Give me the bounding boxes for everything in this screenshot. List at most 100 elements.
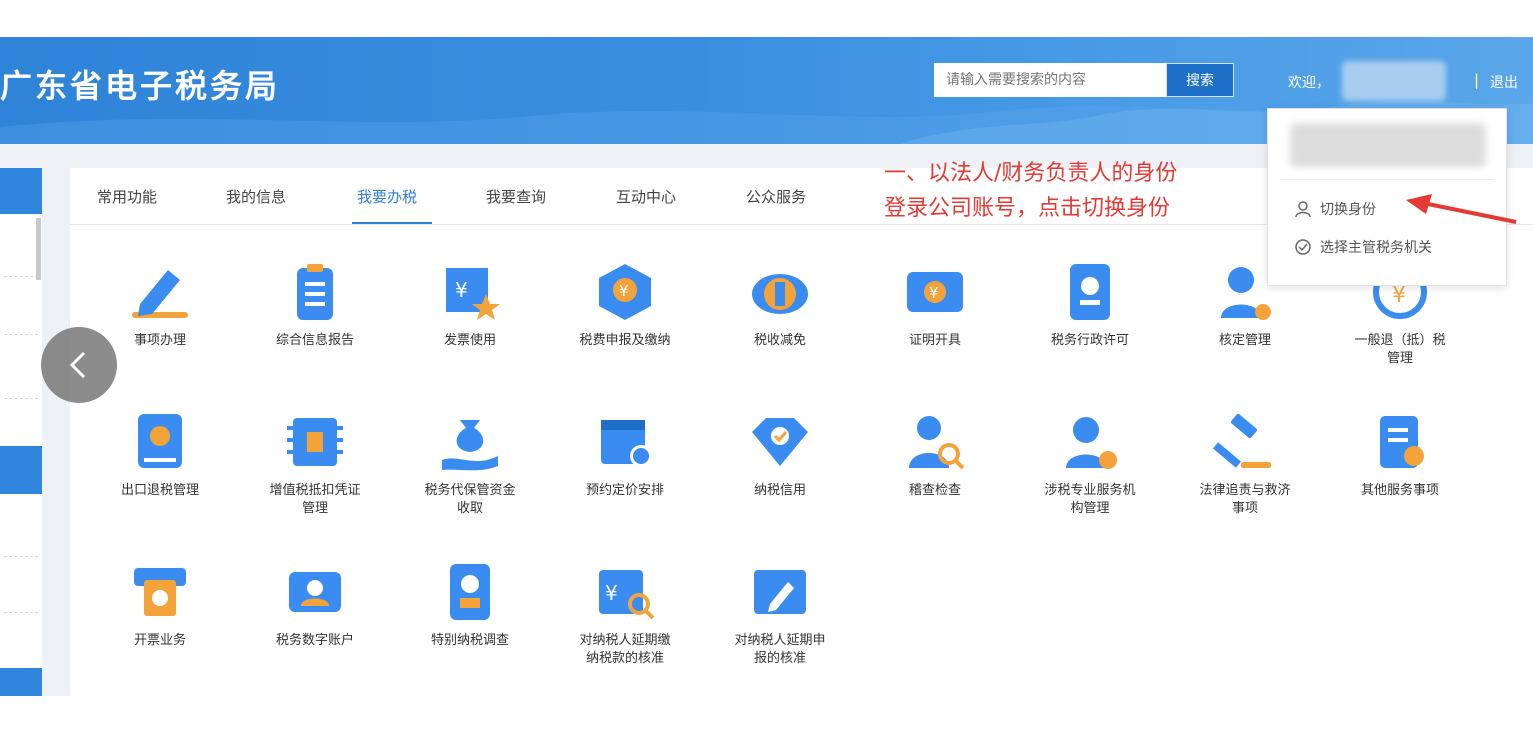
gavel-icon: [1213, 413, 1271, 468]
service-item[interactable]: 纳税信用: [715, 410, 845, 500]
redacted-username: [1342, 61, 1446, 101]
service-item[interactable]: 税务行政许可: [1025, 260, 1155, 350]
service-item[interactable]: 综合信息报告: [250, 260, 380, 350]
service-item[interactable]: ¥ 对纳税人延期缴 纳税款的核准: [560, 560, 690, 668]
digital-account-icon: [289, 572, 341, 612]
document-upload-icon: [1380, 416, 1424, 468]
deferred-payment-icon: ¥: [599, 570, 655, 620]
site-title: 广东省电子税务局: [0, 67, 281, 105]
export-refund-book-icon: [138, 414, 182, 468]
tab-my-info[interactable]: 我的信息: [226, 186, 286, 207]
pencil-icon: [132, 270, 188, 318]
sidebar-divider: [4, 398, 38, 399]
service-item[interactable]: 税务代保管资金 收取: [405, 410, 535, 518]
service-item[interactable]: ¥ 发票使用: [405, 260, 535, 350]
select-tax-authority-label: 选择主管税务机关: [1320, 240, 1432, 256]
service-item[interactable]: 增值税抵扣凭证 管理: [250, 410, 380, 518]
tax-relief-icon: [752, 274, 808, 314]
service-item[interactable]: 预约定价安排: [560, 410, 690, 500]
sidebar-section-block[interactable]: [0, 668, 42, 696]
inspector-search-icon: [909, 416, 965, 470]
welcome-text: 欢迎，: [1288, 75, 1330, 91]
service-label: 税务数字账户: [275, 633, 354, 648]
tab-common-functions[interactable]: 常用功能: [97, 186, 157, 207]
service-label: 稽查检查: [908, 483, 961, 498]
sidebar-active-block[interactable]: [0, 168, 42, 214]
service-item[interactable]: 税务数字账户: [250, 560, 380, 650]
service-item[interactable]: 涉税专业服务机 构管理: [1025, 410, 1155, 518]
service-label: 发票使用: [443, 333, 496, 348]
service-label: 增值税抵扣凭证 管理: [269, 483, 361, 516]
sidebar-scrollbar[interactable]: [36, 218, 41, 280]
search-button[interactable]: 搜索: [1166, 63, 1234, 97]
sidebar-divider: [4, 556, 38, 557]
service-label: 出口退税管理: [120, 483, 199, 498]
switch-identity-label: 切换身份: [1320, 202, 1376, 218]
clipboard-report-icon: [297, 264, 333, 320]
service-item[interactable]: 稽查检查: [870, 410, 1000, 500]
service-item[interactable]: 出口退税管理: [95, 410, 225, 500]
tab-interaction-center[interactable]: 互动中心: [616, 186, 676, 207]
special-investigation-icon: [450, 564, 490, 620]
service-label: 纳税信用: [753, 483, 806, 498]
service-label: 税务行政许可: [1050, 333, 1129, 348]
money-bag-hand-icon: [442, 420, 498, 471]
service-label: 税费申报及缴纳: [579, 333, 671, 348]
instruction-annotation-line2: 登录公司账号，点击切换身份: [884, 196, 1171, 221]
svg-text:¥: ¥: [605, 581, 618, 605]
active-tab-indicator: [352, 222, 432, 224]
logout-link[interactable]: 退出: [1490, 72, 1518, 92]
service-label: 对纳税人延期申 报的核准: [734, 633, 826, 666]
service-item[interactable]: 对纳税人延期申 报的核准: [715, 560, 845, 668]
svg-text:¥: ¥: [619, 282, 629, 300]
sidebar-divider: [4, 612, 38, 613]
tab-query[interactable]: 我要查询: [486, 186, 546, 207]
dropdown-divider: [1280, 179, 1494, 180]
service-label: 涉税专业服务机 构管理: [1044, 483, 1136, 516]
check-circle-icon: [1295, 239, 1311, 255]
service-item[interactable]: 事项办理: [95, 260, 225, 350]
service-label: 特别纳税调查: [430, 633, 509, 648]
service-item[interactable]: 税收减免: [715, 260, 845, 350]
service-item[interactable]: 特别纳税调查: [405, 560, 535, 650]
service-label: 一般退（抵）税 管理: [1354, 333, 1446, 366]
certificate-ticket-icon: ¥: [907, 272, 963, 312]
svg-text:¥: ¥: [1392, 283, 1406, 308]
invoice-printer-icon: [134, 568, 186, 616]
service-item[interactable]: ¥ 证明开具: [870, 260, 1000, 350]
sidebar-divider: [4, 334, 38, 335]
instruction-annotation-line1: 一、以法人/财务负责人的身份: [884, 161, 1178, 186]
service-item[interactable]: 开票业务: [95, 560, 225, 650]
service-label: 证明开具: [908, 333, 961, 348]
svg-text:¥: ¥: [929, 284, 939, 302]
tab-public-service[interactable]: 公众服务: [746, 186, 806, 207]
carousel-prev-button[interactable]: [41, 327, 117, 403]
service-label: 预约定价安排: [585, 483, 664, 498]
sidebar-divider: [4, 276, 38, 277]
service-label: 法律追责与救济 事项: [1199, 483, 1291, 516]
service-label: 事项办理: [133, 333, 186, 348]
sidebar-section-block[interactable]: [0, 446, 42, 494]
search-input[interactable]: [934, 63, 1166, 97]
chip-voucher-icon: [287, 418, 343, 466]
service-item[interactable]: ¥ 税费申报及缴纳: [560, 260, 690, 350]
service-label: 税务代保管资金 收取: [424, 483, 516, 516]
select-tax-authority-item[interactable]: 选择主管税务机关: [1294, 237, 1432, 257]
red-arrow-annotation: [1406, 194, 1517, 224]
calendar-clock-icon: [601, 420, 652, 467]
license-badge-icon: [1070, 264, 1110, 320]
service-label: 核定管理: [1218, 333, 1271, 348]
switch-identity-item[interactable]: 切换身份: [1294, 199, 1376, 219]
service-item[interactable]: 其他服务事项: [1335, 410, 1465, 500]
diamond-credit-icon: [752, 418, 808, 466]
service-label: 其他服务事项: [1360, 483, 1439, 498]
cube-payment-icon: ¥: [599, 264, 651, 320]
header-separator: |: [1474, 71, 1480, 89]
service-item[interactable]: 法律追责与救济 事项: [1180, 410, 1310, 518]
service-label: 综合信息报告: [275, 333, 354, 348]
deferred-filing-icon: [754, 570, 806, 614]
tab-tax-handling[interactable]: 我要办税: [357, 186, 417, 207]
invoice-star-icon: ¥: [446, 268, 500, 320]
agent-gear-icon: [1066, 417, 1117, 469]
service-label: 开票业务: [133, 633, 186, 648]
